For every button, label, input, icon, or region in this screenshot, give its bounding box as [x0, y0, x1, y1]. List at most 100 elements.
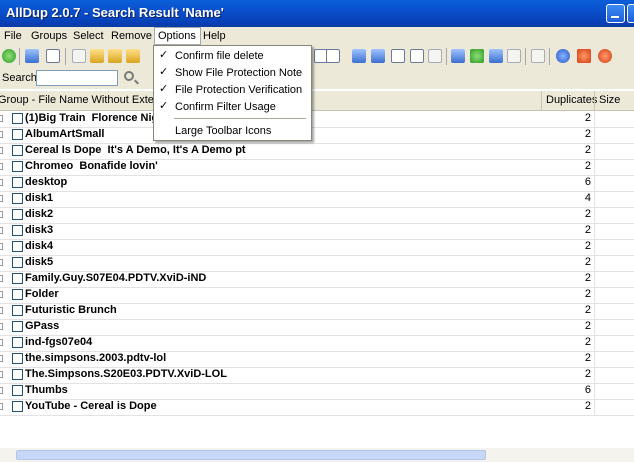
- row-checkbox[interactable]: [12, 321, 23, 332]
- save-folder-icon[interactable]: [108, 49, 122, 63]
- row-checkbox[interactable]: [12, 385, 23, 396]
- expand-icon[interactable]: [0, 259, 3, 266]
- row-checkbox[interactable]: [12, 177, 23, 188]
- move2-tool-icon[interactable]: [371, 49, 385, 63]
- link-tool-icon[interactable]: [428, 49, 442, 63]
- table-row[interactable]: ind-fgs07e04 2: [0, 335, 634, 352]
- column-size[interactable]: Size: [599, 94, 620, 106]
- horizontal-scrollbar[interactable]: [0, 448, 634, 462]
- expand-icon[interactable]: [0, 195, 3, 202]
- menu-item-label: File Protection Verification: [175, 84, 303, 96]
- exit-icon[interactable]: [598, 49, 612, 63]
- column-duplicates[interactable]: Duplicates: [546, 94, 597, 106]
- row-checkbox[interactable]: [12, 209, 23, 220]
- menu-item-confirm-file-delete[interactable]: ✓ Confirm file delete: [154, 47, 311, 64]
- start-search-icon[interactable]: [2, 49, 16, 63]
- maximize-button[interactable]: [627, 4, 634, 23]
- table-row[interactable]: disk1 4: [0, 191, 634, 208]
- table-row[interactable]: The.Simpsons.S20E03.PDTV.XviD-LOL 2: [0, 367, 634, 384]
- row-checkbox[interactable]: [12, 225, 23, 236]
- table-row[interactable]: Chromeo Bonafide lovin' 2: [0, 159, 634, 176]
- menu-item-large-toolbar-icons[interactable]: Large Toolbar Icons: [154, 122, 311, 139]
- print-icon[interactable]: [507, 49, 521, 63]
- row-checkbox[interactable]: [12, 305, 23, 316]
- table-row[interactable]: Futuristic Brunch 2: [0, 303, 634, 320]
- table-row[interactable]: Cereal Is Dope It's A Demo, It's A Demo …: [0, 143, 634, 160]
- menu-select[interactable]: Select: [73, 30, 104, 42]
- row-checkbox[interactable]: [12, 353, 23, 364]
- search-input[interactable]: [36, 70, 118, 86]
- row-checkbox[interactable]: [12, 145, 23, 156]
- row-checkbox[interactable]: [12, 113, 23, 124]
- row-checkbox[interactable]: [12, 257, 23, 268]
- row-checkbox[interactable]: [12, 129, 23, 140]
- table-row[interactable]: GPass 2: [0, 319, 634, 336]
- menu-groups[interactable]: Groups: [31, 30, 67, 42]
- table-row[interactable]: Folder 2: [0, 287, 634, 304]
- grid-view-icon[interactable]: [46, 49, 60, 63]
- table-row[interactable]: (1)Big Train Florence Night 2: [0, 111, 634, 128]
- row-checkbox[interactable]: [12, 369, 23, 380]
- menu-item-confirm-filter-usage[interactable]: ✓ Confirm Filter Usage: [154, 98, 311, 115]
- row-checkbox[interactable]: [12, 273, 23, 284]
- save-disk-icon[interactable]: [489, 49, 503, 63]
- expand-icon[interactable]: [0, 307, 3, 314]
- help-icon[interactable]: [556, 49, 570, 63]
- table-row[interactable]: disk5 2: [0, 255, 634, 272]
- magnifier-icon[interactable]: [124, 71, 134, 81]
- menu-help[interactable]: Help: [203, 30, 226, 42]
- expand-icon[interactable]: [0, 211, 3, 218]
- table-row[interactable]: the.simpsons.2003.pdtv-lol 2: [0, 351, 634, 368]
- column-divider[interactable]: [541, 91, 542, 110]
- expand-icon[interactable]: [0, 339, 3, 346]
- expand-icon[interactable]: [0, 371, 3, 378]
- file-tool-icon[interactable]: [410, 49, 424, 63]
- expand-icon[interactable]: [0, 403, 3, 410]
- menu-item-file-protection-verification[interactable]: ✓ File Protection Verification: [154, 81, 311, 98]
- expand-icon[interactable]: [0, 115, 3, 122]
- row-checkbox[interactable]: [12, 161, 23, 172]
- export-folder-icon[interactable]: [126, 49, 140, 63]
- expand-icon[interactable]: [0, 163, 3, 170]
- expand-icon[interactable]: [0, 227, 3, 234]
- expand-icon[interactable]: [0, 131, 3, 138]
- table-row[interactable]: AlbumArtSmall 2: [0, 127, 634, 144]
- move-tool-icon[interactable]: [352, 49, 366, 63]
- row-checkbox[interactable]: [12, 241, 23, 252]
- expand-icon[interactable]: [0, 243, 3, 250]
- table-row[interactable]: disk2 2: [0, 207, 634, 224]
- menu-remove[interactable]: Remove: [111, 30, 152, 42]
- table-row[interactable]: disk4 2: [0, 239, 634, 256]
- row-checkbox[interactable]: [12, 337, 23, 348]
- menu-file[interactable]: File: [4, 30, 22, 42]
- table-row[interactable]: YouTube - Cereal is Dope 2: [0, 399, 634, 416]
- protect-tool-icon[interactable]: [391, 49, 405, 63]
- export-csv-icon[interactable]: [451, 49, 465, 63]
- table-row[interactable]: disk3 2: [0, 223, 634, 240]
- row-checkbox[interactable]: [12, 193, 23, 204]
- table-row[interactable]: desktop 6: [0, 175, 634, 192]
- expand-icon[interactable]: [0, 387, 3, 394]
- expand-icon[interactable]: [0, 291, 3, 298]
- expand-icon[interactable]: [0, 147, 3, 154]
- export-html-icon[interactable]: [470, 49, 484, 63]
- copy-tool-icon[interactable]: [326, 49, 340, 63]
- table-row[interactable]: Thumbs 6: [0, 383, 634, 400]
- new-document-icon[interactable]: [72, 49, 86, 63]
- column-divider[interactable]: [594, 91, 595, 110]
- scrollbar-thumb[interactable]: [16, 450, 486, 460]
- expand-icon[interactable]: [0, 275, 3, 282]
- minimize-button[interactable]: [606, 4, 625, 23]
- expand-icon[interactable]: [0, 323, 3, 330]
- expand-icon[interactable]: [0, 355, 3, 362]
- page-icon[interactable]: [531, 49, 545, 63]
- row-checkbox[interactable]: [12, 401, 23, 412]
- row-checkbox[interactable]: [12, 289, 23, 300]
- results-view-icon[interactable]: [25, 49, 39, 63]
- open-folder-icon[interactable]: [90, 49, 104, 63]
- settings-icon[interactable]: [577, 49, 591, 63]
- expand-icon[interactable]: [0, 179, 3, 186]
- table-row[interactable]: Family.Guy.S07E04.PDTV.XviD-iND 2: [0, 271, 634, 288]
- menu-options[interactable]: Options: [154, 27, 201, 45]
- menu-item-show-file-protection-note[interactable]: ✓ Show File Protection Note: [154, 64, 311, 81]
